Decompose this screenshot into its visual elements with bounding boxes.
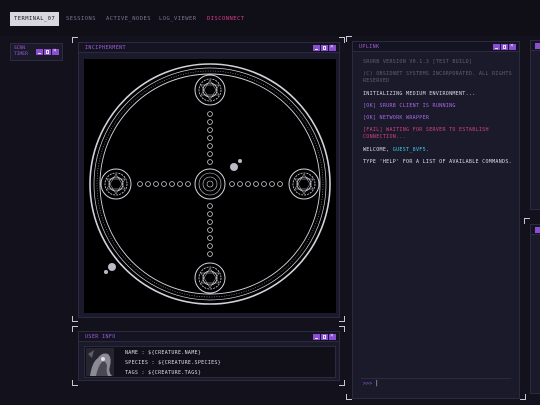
panel-titlebar: UPLINK	[353, 42, 519, 52]
window-controls	[313, 332, 336, 340]
window-controls	[36, 47, 59, 55]
close-icon[interactable]	[329, 43, 336, 51]
maximize-icon[interactable]	[321, 45, 328, 51]
user-info-body: NAME : ${CREATURE.NAME} SPECIES : ${CREA…	[84, 346, 336, 378]
minimize-icon[interactable]	[36, 49, 43, 55]
minimize-icon[interactable]	[313, 45, 320, 51]
panel-title: USER INFO	[85, 334, 116, 340]
corner-bracket	[339, 326, 345, 332]
terminal-line: TYPE 'HELP' FOR A LIST OF AVAILABLE COMM…	[363, 159, 512, 165]
panel-titlebar: USER INFO	[79, 332, 339, 342]
minimize-icon[interactable]	[313, 334, 320, 340]
collapsed-panel-icon[interactable]	[535, 43, 540, 49]
close-icon[interactable]	[52, 47, 59, 55]
top-nav-bar: TERMINAL_07 SESSIONS ACTIVE_NODES LOG_VI…	[0, 0, 540, 36]
command-input[interactable]: >>> |	[361, 378, 511, 388]
terminal-line: SRURB VERSION V0.1.3 [TEST BUILD]	[363, 59, 473, 65]
close-icon[interactable]	[329, 332, 336, 340]
corner-bracket	[346, 394, 352, 400]
corner-bracket	[72, 316, 78, 322]
sigil-icon	[89, 63, 331, 305]
terminal-line: INITIALIZING MEDIUM ENVIRONMENT...	[363, 91, 476, 97]
corner-bracket	[72, 380, 78, 386]
creature-tags-field: TAGS : ${CREATURE.TAGS}	[125, 370, 202, 376]
welcome-text: WELCOME,	[363, 147, 390, 153]
maximize-icon[interactable]	[44, 49, 51, 55]
incipherment-panel: INCIPHERMENT	[78, 42, 340, 318]
corner-bracket	[72, 37, 78, 43]
sigil-canvas	[84, 59, 336, 313]
close-icon[interactable]	[509, 42, 516, 50]
minimize-icon[interactable]	[493, 44, 500, 50]
creature-name-field: NAME : ${CREATURE.NAME}	[125, 350, 202, 356]
maximize-icon[interactable]	[501, 44, 508, 50]
avatar-icon	[86, 348, 114, 376]
window-controls	[493, 42, 516, 50]
collapsed-panel-icon[interactable]	[535, 227, 540, 233]
maximize-icon[interactable]	[321, 334, 328, 340]
terminal-line: [FAIL] WAITING FOR SERVER TO ESTABLISH C…	[363, 127, 489, 140]
creature-species-field: SPECIES : ${CREATURE.SPECIES}	[125, 360, 221, 366]
corner-bracket	[520, 394, 526, 400]
username: GUEST_8VF5.	[392, 147, 430, 153]
corner-bracket	[339, 316, 345, 322]
panel-title: UPLINK	[359, 44, 380, 50]
terminal-line: WELCOME, GUEST_8VF5.	[363, 147, 429, 153]
terminal-line: [OK] NETWORK WRAPPER	[363, 115, 430, 121]
panel-titlebar: INCIPHERMENT	[79, 43, 339, 53]
tab-sessions[interactable]: SESSIONS	[66, 12, 96, 26]
corner-bracket	[346, 36, 352, 42]
text-cursor: |	[375, 380, 379, 387]
avatar	[86, 348, 114, 376]
window-controls	[313, 43, 336, 51]
tab-terminal[interactable]: TERMINAL_07	[10, 12, 60, 26]
disconnect-button[interactable]: DISCONNECT	[207, 12, 244, 26]
edge-panel-bottom	[530, 224, 540, 394]
corner-bracket	[72, 326, 78, 332]
tab-log-viewer[interactable]: LOG_VIEWER	[159, 12, 196, 26]
prompt-symbol: >>>	[363, 381, 373, 387]
panel-title: INCIPHERMENT	[85, 45, 126, 51]
corner-bracket	[524, 218, 530, 224]
screen-timer-panel: SCRN TIMER	[10, 43, 63, 61]
corner-bracket	[339, 380, 345, 386]
user-info-panel: USER INFO NAME : ${CREATURE.NAME} SPECIE…	[78, 331, 340, 381]
tab-active-nodes[interactable]: ACTIVE_NODES	[106, 12, 151, 26]
terminal-line: [OK] SRURB CLIENT IS RUNNING	[363, 103, 456, 109]
uplink-panel: UPLINK SRURB VERSION V0.1.3 [TEST BUILD]…	[352, 41, 520, 399]
edge-panel-top	[530, 40, 540, 210]
corner-bracket	[339, 37, 345, 43]
terminal-line: (C) OBSIDNET SYSTEMS INCORPORATED. ALL R…	[363, 71, 512, 84]
